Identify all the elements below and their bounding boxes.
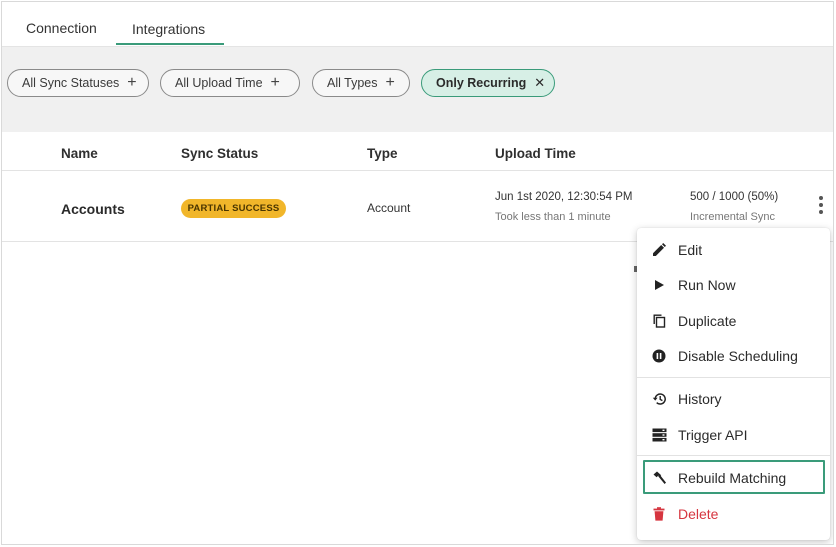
menu-item-label: Duplicate — [678, 313, 737, 329]
menu-divider — [637, 377, 830, 378]
menu-item-label: Run Now — [678, 277, 736, 293]
menu-item-delete[interactable]: Delete — [637, 498, 830, 530]
plus-icon: + — [127, 74, 137, 91]
menu-item-label: Edit — [678, 242, 703, 258]
trash-icon — [651, 506, 667, 522]
pencil-icon — [651, 242, 667, 258]
column-header-name: Name — [61, 146, 98, 161]
plus-icon: + — [385, 74, 395, 91]
tab-integrations[interactable]: Integrations — [132, 21, 205, 37]
integrations-panel: Connection Integrations All Sync Statuse… — [1, 1, 834, 545]
menu-divider — [637, 455, 830, 456]
tab-bar: Connection Integrations — [2, 2, 833, 46]
tab-connection[interactable]: Connection — [26, 20, 97, 36]
row-sync-mode: Incremental Sync — [690, 211, 775, 223]
close-icon[interactable]: ✕ — [534, 75, 545, 91]
menu-item-label: History — [678, 391, 722, 407]
server-icon — [651, 427, 667, 443]
table-header: Name Sync Status Type Upload Time — [2, 133, 833, 171]
more-options-icon[interactable] — [814, 194, 828, 216]
filter-only-recurring[interactable]: Only Recurring ✕ — [421, 69, 555, 97]
menu-item-trigger-api[interactable]: Trigger API — [637, 419, 830, 451]
filter-label: All Types — [327, 76, 378, 90]
filter-bar: All Sync Statuses + All Upload Time + Al… — [2, 46, 833, 132]
status-badge: PARTIAL SUCCESS — [181, 199, 286, 218]
menu-item-label: Disable Scheduling — [678, 348, 798, 364]
row-name: Accounts — [61, 201, 125, 217]
row-type: Account — [367, 201, 411, 215]
menu-item-label: Rebuild Matching — [678, 470, 787, 486]
menu-item-run-now[interactable]: Run Now — [637, 269, 830, 301]
play-icon — [651, 277, 667, 293]
filter-label: All Upload Time — [175, 76, 263, 90]
menu-item-label: Delete — [678, 506, 719, 522]
plus-icon: + — [270, 74, 280, 91]
menu-item-disable-scheduling[interactable]: Disable Scheduling — [637, 340, 830, 372]
menu-item-duplicate[interactable]: Duplicate — [637, 305, 830, 337]
column-header-type: Type — [367, 146, 398, 161]
menu-item-label: Trigger API — [678, 427, 748, 443]
hammer-icon — [651, 470, 667, 486]
filter-upload-time[interactable]: All Upload Time + — [160, 69, 300, 97]
column-header-upload-time: Upload Time — [495, 146, 576, 161]
filter-label: All Sync Statuses — [22, 76, 120, 90]
copy-icon — [651, 313, 667, 329]
active-tab-indicator — [116, 43, 224, 45]
row-upload-duration: Took less than 1 minute — [495, 211, 611, 223]
menu-item-history[interactable]: History — [637, 383, 830, 415]
row-upload-time: Jun 1st 2020, 12:30:54 PM — [495, 191, 633, 203]
menu-item-edit[interactable]: Edit — [637, 234, 830, 266]
row-actions-menu: Edit Run Now Duplicate Disable Schedulin… — [637, 228, 830, 540]
filter-types[interactable]: All Types + — [312, 69, 410, 97]
history-icon — [651, 391, 667, 407]
menu-item-rebuild-matching[interactable]: Rebuild Matching — [637, 462, 830, 494]
pause-circle-icon — [651, 348, 667, 364]
filter-sync-status[interactable]: All Sync Statuses + — [7, 69, 149, 97]
row-progress: 500 / 1000 (50%) — [690, 191, 779, 203]
filter-label: Only Recurring — [436, 76, 527, 90]
column-header-sync-status: Sync Status — [181, 146, 259, 161]
